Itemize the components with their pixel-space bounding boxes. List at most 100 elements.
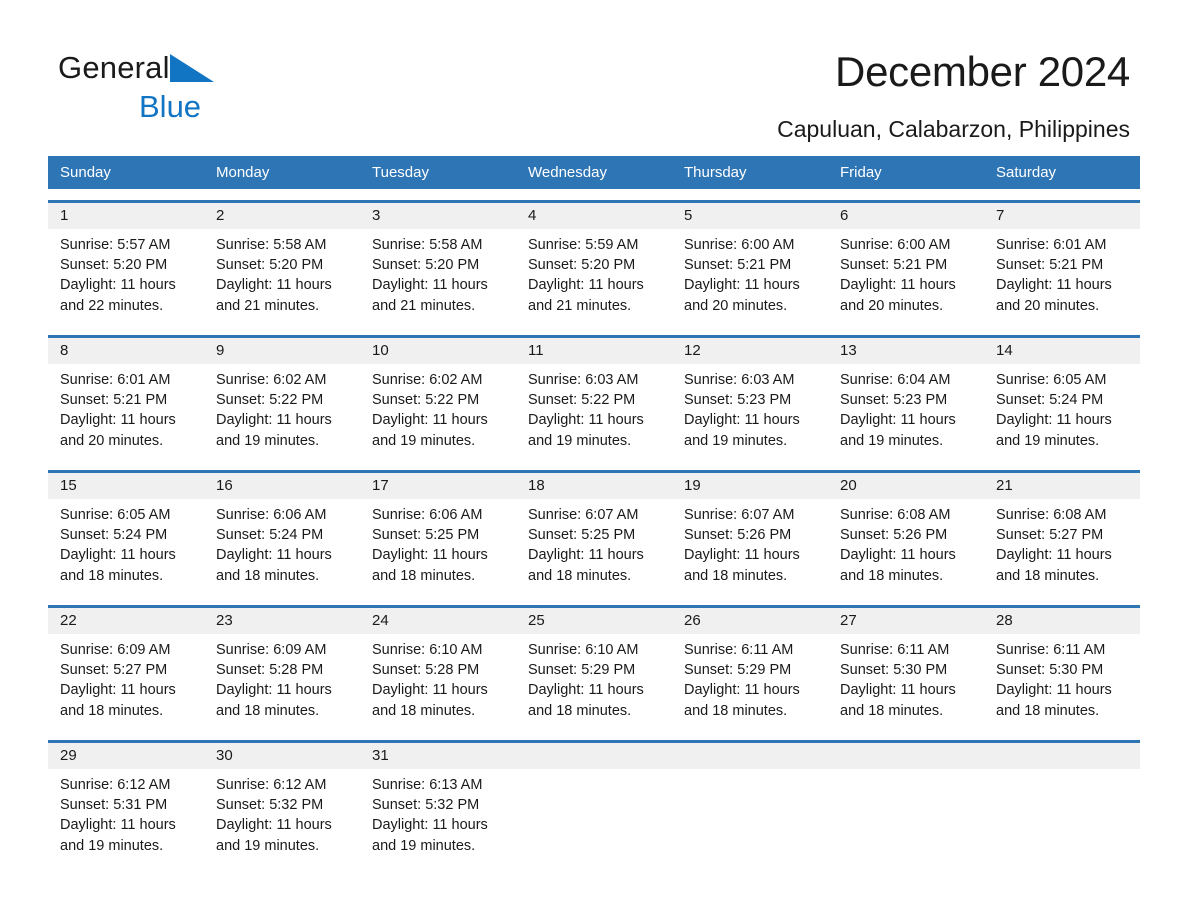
day-number[interactable]: 16 [204, 473, 360, 499]
day-number[interactable]: 11 [516, 338, 672, 364]
sunrise-text: Sunrise: 6:01 AM [60, 372, 171, 388]
sunrise-text: Sunrise: 6:02 AM [372, 372, 483, 388]
day-cell[interactable]: Sunrise: 6:11 AM Sunset: 5:29 PM Dayligh… [672, 634, 828, 729]
day-cell[interactable]: Sunrise: 6:09 AM Sunset: 5:28 PM Dayligh… [204, 634, 360, 729]
day-cell[interactable]: Sunrise: 6:05 AM Sunset: 5:24 PM Dayligh… [48, 499, 204, 594]
general-blue-logo[interactable]: General Blue [58, 52, 378, 122]
day-number[interactable]: 9 [204, 338, 360, 364]
daylight-text-line2: and 20 minutes. [840, 297, 944, 314]
sunset-text: Sunset: 5:28 PM [216, 662, 324, 679]
daylight-text-line1: Daylight: 11 hours [684, 277, 800, 294]
sunset-text: Sunset: 5:20 PM [528, 257, 636, 274]
week-date-bar: 15 16 17 18 19 20 21 [48, 473, 1140, 499]
daylight-text-line2: and 20 minutes. [684, 297, 788, 314]
daylight-text-line2: and 18 minutes. [216, 567, 320, 584]
day-cell[interactable]: Sunrise: 5:58 AM Sunset: 5:20 PM Dayligh… [204, 229, 360, 324]
day-cell[interactable]: Sunrise: 6:07 AM Sunset: 5:26 PM Dayligh… [672, 499, 828, 594]
day-cell[interactable]: Sunrise: 6:05 AM Sunset: 5:24 PM Dayligh… [984, 364, 1140, 459]
sunrise-text: Sunrise: 6:12 AM [216, 777, 327, 793]
day-number[interactable]: 27 [828, 608, 984, 634]
sunrise-text: Sunrise: 6:10 AM [528, 642, 639, 658]
daylight-text-line1: Daylight: 11 hours [372, 682, 488, 699]
day-number[interactable]: 5 [672, 203, 828, 229]
day-cell[interactable]: Sunrise: 6:10 AM Sunset: 5:28 PM Dayligh… [360, 634, 516, 729]
day-cell[interactable]: Sunrise: 6:04 AM Sunset: 5:23 PM Dayligh… [828, 364, 984, 459]
day-number[interactable]: 2 [204, 203, 360, 229]
daylight-text-line1: Daylight: 11 hours [216, 817, 332, 834]
day-cell[interactable]: Sunrise: 5:58 AM Sunset: 5:20 PM Dayligh… [360, 229, 516, 324]
day-number[interactable]: 23 [204, 608, 360, 634]
day-number[interactable]: 18 [516, 473, 672, 499]
day-number[interactable]: 15 [48, 473, 204, 499]
day-cell[interactable]: Sunrise: 6:12 AM Sunset: 5:32 PM Dayligh… [204, 769, 360, 864]
day-cell[interactable]: Sunrise: 6:09 AM Sunset: 5:27 PM Dayligh… [48, 634, 204, 729]
sunrise-text: Sunrise: 6:05 AM [996, 372, 1107, 388]
day-number[interactable]: 13 [828, 338, 984, 364]
day-number[interactable]: 20 [828, 473, 984, 499]
day-number[interactable]: 3 [360, 203, 516, 229]
day-number[interactable]: 26 [672, 608, 828, 634]
day-cell[interactable]: Sunrise: 6:06 AM Sunset: 5:24 PM Dayligh… [204, 499, 360, 594]
day-number[interactable]: 12 [672, 338, 828, 364]
weekday-tuesday: Tuesday [372, 164, 429, 181]
day-number[interactable]: 28 [984, 608, 1140, 634]
daylight-text-line1: Daylight: 11 hours [372, 547, 488, 564]
sunrise-text: Sunrise: 5:58 AM [216, 237, 327, 253]
sunset-text: Sunset: 5:24 PM [216, 527, 324, 544]
week-row: 15 16 17 18 19 20 21 Sunrise: 6:05 AM Su… [48, 470, 1140, 594]
daylight-text-line1: Daylight: 11 hours [996, 547, 1112, 564]
daylight-text-line2: and 18 minutes. [372, 702, 476, 719]
daylight-text-line2: and 18 minutes. [840, 702, 944, 719]
day-number[interactable]: 24 [360, 608, 516, 634]
day-number[interactable]: 25 [516, 608, 672, 634]
day-cell[interactable]: Sunrise: 6:13 AM Sunset: 5:32 PM Dayligh… [360, 769, 516, 864]
day-number-empty [516, 743, 672, 769]
day-cell[interactable]: Sunrise: 6:02 AM Sunset: 5:22 PM Dayligh… [204, 364, 360, 459]
sunset-text: Sunset: 5:21 PM [996, 257, 1104, 274]
day-cell-empty [984, 769, 1140, 864]
day-cell[interactable]: Sunrise: 6:07 AM Sunset: 5:25 PM Dayligh… [516, 499, 672, 594]
day-number[interactable]: 10 [360, 338, 516, 364]
day-cell[interactable]: Sunrise: 6:06 AM Sunset: 5:25 PM Dayligh… [360, 499, 516, 594]
day-number[interactable]: 29 [48, 743, 204, 769]
week-detail-row: Sunrise: 5:57 AM Sunset: 5:20 PM Dayligh… [48, 229, 1140, 324]
week-detail-row: Sunrise: 6:01 AM Sunset: 5:21 PM Dayligh… [48, 364, 1140, 459]
daylight-text-line2: and 19 minutes. [372, 432, 476, 449]
daylight-text-line1: Daylight: 11 hours [60, 277, 176, 294]
day-cell[interactable]: Sunrise: 6:01 AM Sunset: 5:21 PM Dayligh… [984, 229, 1140, 324]
sunrise-text: Sunrise: 6:09 AM [216, 642, 327, 658]
day-number[interactable]: 22 [48, 608, 204, 634]
daylight-text-line1: Daylight: 11 hours [216, 412, 332, 429]
calendar-page: General Blue December 2024 Capuluan, Cal… [0, 0, 1188, 918]
day-cell[interactable]: Sunrise: 6:08 AM Sunset: 5:27 PM Dayligh… [984, 499, 1140, 594]
daylight-text-line2: and 22 minutes. [60, 297, 164, 314]
day-cell[interactable]: Sunrise: 6:02 AM Sunset: 5:22 PM Dayligh… [360, 364, 516, 459]
day-cell[interactable]: Sunrise: 6:03 AM Sunset: 5:23 PM Dayligh… [672, 364, 828, 459]
day-cell[interactable]: Sunrise: 6:00 AM Sunset: 5:21 PM Dayligh… [828, 229, 984, 324]
day-number[interactable]: 14 [984, 338, 1140, 364]
week-date-bar: 22 23 24 25 26 27 28 [48, 608, 1140, 634]
day-number[interactable]: 31 [360, 743, 516, 769]
day-number[interactable]: 6 [828, 203, 984, 229]
day-number[interactable]: 8 [48, 338, 204, 364]
sunset-text: Sunset: 5:21 PM [60, 392, 168, 409]
day-number[interactable]: 7 [984, 203, 1140, 229]
day-cell[interactable]: Sunrise: 5:57 AM Sunset: 5:20 PM Dayligh… [48, 229, 204, 324]
day-number[interactable]: 17 [360, 473, 516, 499]
sunrise-text: Sunrise: 6:05 AM [60, 507, 171, 523]
day-cell[interactable]: Sunrise: 6:01 AM Sunset: 5:21 PM Dayligh… [48, 364, 204, 459]
day-number[interactable]: 4 [516, 203, 672, 229]
day-cell[interactable]: Sunrise: 6:00 AM Sunset: 5:21 PM Dayligh… [672, 229, 828, 324]
day-cell[interactable]: Sunrise: 6:10 AM Sunset: 5:29 PM Dayligh… [516, 634, 672, 729]
day-cell[interactable]: Sunrise: 5:59 AM Sunset: 5:20 PM Dayligh… [516, 229, 672, 324]
day-cell[interactable]: Sunrise: 6:08 AM Sunset: 5:26 PM Dayligh… [828, 499, 984, 594]
day-cell[interactable]: Sunrise: 6:03 AM Sunset: 5:22 PM Dayligh… [516, 364, 672, 459]
day-number[interactable]: 19 [672, 473, 828, 499]
day-number[interactable]: 21 [984, 473, 1140, 499]
day-cell[interactable]: Sunrise: 6:11 AM Sunset: 5:30 PM Dayligh… [984, 634, 1140, 729]
day-cell[interactable]: Sunrise: 6:12 AM Sunset: 5:31 PM Dayligh… [48, 769, 204, 864]
daylight-text-line2: and 18 minutes. [996, 702, 1100, 719]
day-number[interactable]: 30 [204, 743, 360, 769]
day-cell[interactable]: Sunrise: 6:11 AM Sunset: 5:30 PM Dayligh… [828, 634, 984, 729]
day-number[interactable]: 1 [48, 203, 204, 229]
